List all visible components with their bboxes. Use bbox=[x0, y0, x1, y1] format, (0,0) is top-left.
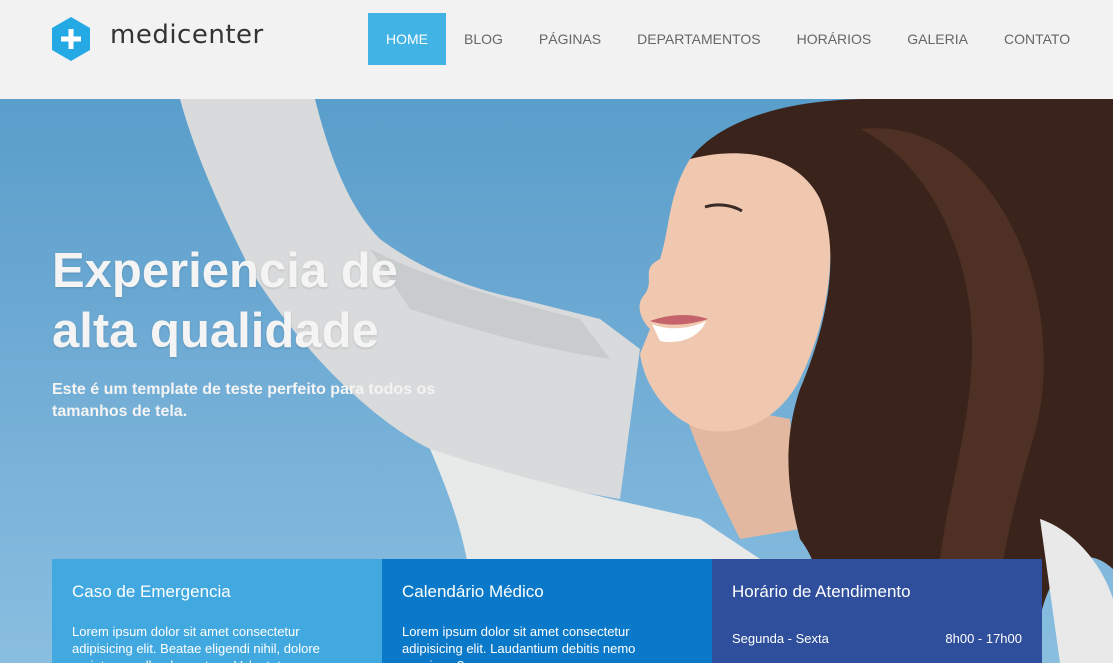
hero-subtitle: Este é um template de teste perfeito par… bbox=[52, 381, 436, 420]
hours-row: Segunda - Sexta 8h00 - 17h00 bbox=[732, 631, 1022, 646]
hours-title: Horário de Atendimento bbox=[732, 582, 911, 601]
medical-cross-logo-icon bbox=[52, 17, 90, 61]
calendar-title: Calendário Médico bbox=[402, 582, 544, 601]
nav-horarios[interactable]: HORÁRIOS bbox=[779, 13, 890, 65]
nav-galeria[interactable]: GALERIA bbox=[889, 13, 986, 65]
calendar-box: Calendário Médico Lorem ipsum dolor sit … bbox=[382, 559, 712, 663]
hero-title: Experiencia de alta qualidade bbox=[52, 244, 398, 358]
logo[interactable]: medicenter bbox=[52, 17, 264, 61]
main-nav: HOME BLOG PÁGINAS DEPARTAMENTOS HORÁRIOS… bbox=[368, 13, 1088, 65]
emergency-box: Caso de Emergencia Lorem ipsum dolor sit… bbox=[52, 559, 382, 663]
hours-time: 8h00 - 17h00 bbox=[945, 631, 1022, 646]
brand-name: medicenter bbox=[110, 20, 264, 50]
emergency-text: Lorem ipsum dolor sit amet consectetur a… bbox=[72, 624, 331, 663]
site-header: medicenter HOME BLOG PÁGINAS DEPARTAMENT… bbox=[0, 0, 1113, 99]
calendar-text: Lorem ipsum dolor sit amet consectetur a… bbox=[402, 624, 636, 663]
emergency-title: Caso de Emergencia bbox=[72, 582, 231, 601]
hours-box: Horário de Atendimento Segunda - Sexta 8… bbox=[712, 559, 1042, 663]
nav-paginas[interactable]: PÁGINAS bbox=[521, 13, 619, 65]
nav-contato[interactable]: CONTATO bbox=[986, 13, 1088, 65]
info-boxes: Caso de Emergencia Lorem ipsum dolor sit… bbox=[52, 559, 1042, 663]
nav-home[interactable]: HOME bbox=[368, 13, 446, 65]
nav-departamentos[interactable]: DEPARTAMENTOS bbox=[619, 13, 778, 65]
hours-days: Segunda - Sexta bbox=[732, 631, 829, 646]
nav-blog[interactable]: BLOG bbox=[446, 13, 521, 65]
